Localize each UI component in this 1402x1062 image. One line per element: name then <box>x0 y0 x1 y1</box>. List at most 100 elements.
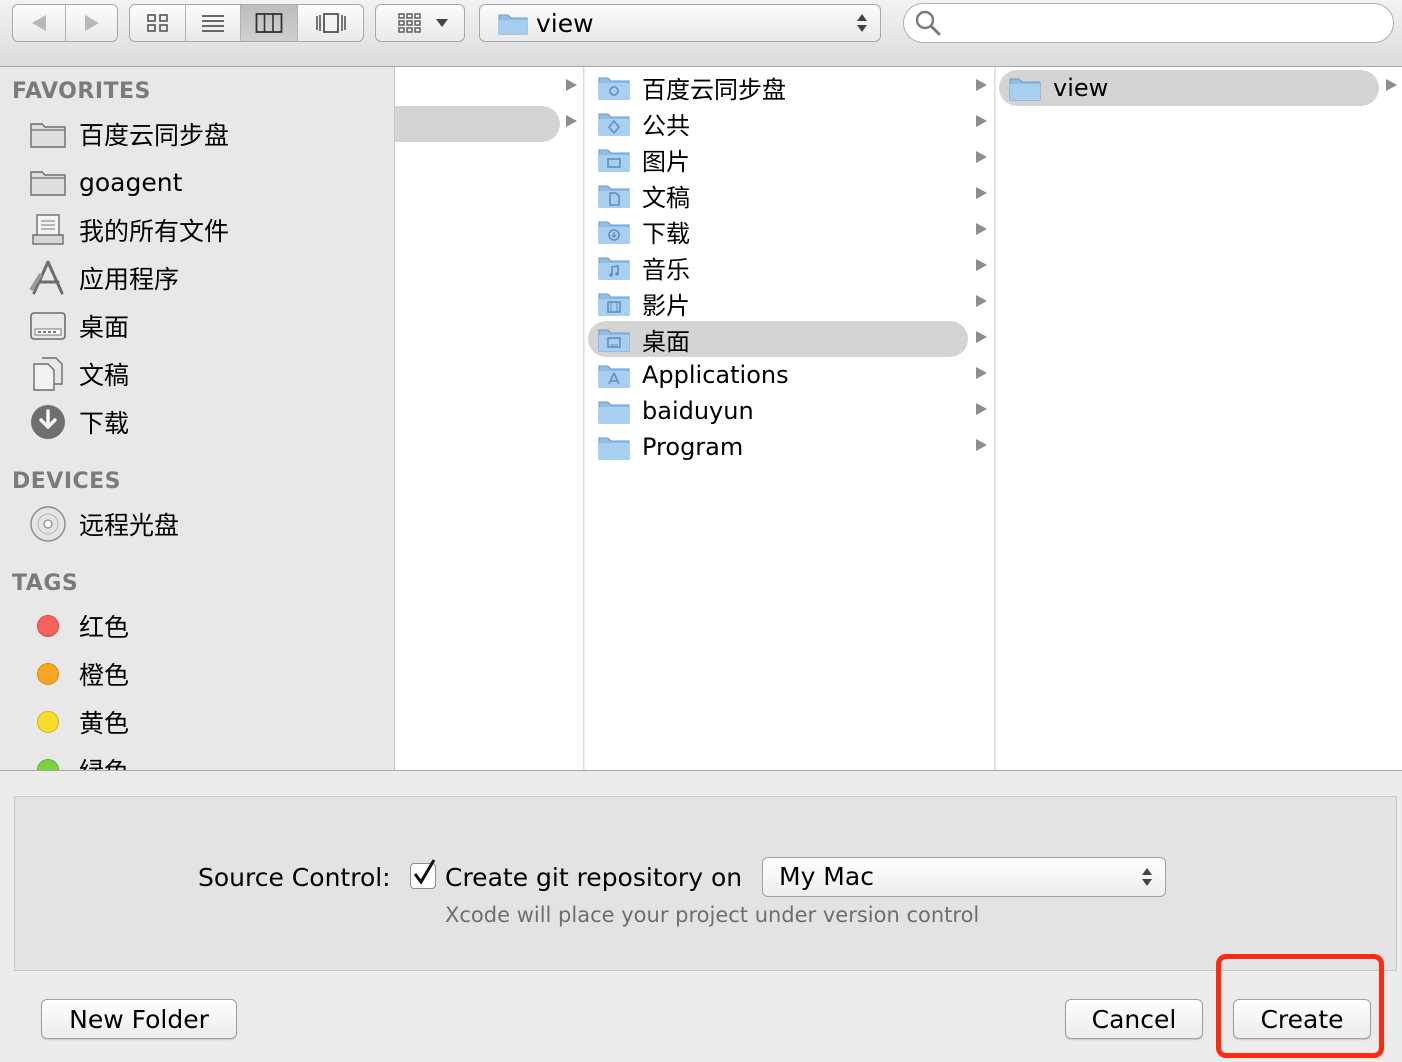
sidebar-item-baidu-sync[interactable]: 百度云同步盘 <box>28 112 388 156</box>
column-view-icon <box>255 13 283 33</box>
sidebar-item-tag-yellow[interactable]: 黄色 <box>28 700 388 744</box>
arrange-popup-button[interactable] <box>375 4 465 42</box>
git-checkbox[interactable] <box>410 859 436 889</box>
sidebar: FAVORITES 百度云同步盘 goagent 我的所有文件 应用程序 桌面 … <box>0 67 395 770</box>
folder-icon <box>30 123 66 148</box>
folder-icon <box>1009 78 1041 101</box>
list-item-label: 音乐 <box>642 255 690 284</box>
list-item-label: Applications <box>642 361 789 389</box>
red-tag-dot-icon <box>37 615 59 637</box>
toolbar: view <box>0 0 1402 67</box>
source-control-label: Source Control: <box>198 863 391 892</box>
column-view-button[interactable] <box>241 5 297 41</box>
sidebar-item-goagent[interactable]: goagent <box>28 160 388 204</box>
sidebar-item-remote-disc[interactable]: 远程光盘 <box>28 502 388 546</box>
list-item-label: 百度云同步盘 <box>642 75 786 104</box>
green-tag-dot-icon <box>37 759 59 770</box>
movies-folder-icon <box>598 293 630 316</box>
sidebar-item-downloads[interactable]: 下载 <box>28 400 388 444</box>
favorites-header: FAVORITES <box>12 79 151 104</box>
list-item[interactable]: 音乐 <box>598 249 690 285</box>
forward-button[interactable] <box>66 5 117 41</box>
list-item[interactable]: 百度云同步盘 <box>598 69 786 105</box>
repository-location-popup[interactable]: My Mac <box>762 857 1166 897</box>
list-item[interactable]: 下载 <box>598 213 690 249</box>
disclosure-arrow-icon <box>976 223 987 235</box>
list-item[interactable]: 文稿 <box>598 177 690 213</box>
sidebar-item-all-my-files[interactable]: 我的所有文件 <box>28 208 388 252</box>
list-item[interactable]: 公共 <box>598 105 690 141</box>
disclosure-arrow-icon <box>566 115 577 127</box>
selected-row-highlight[interactable] <box>395 106 560 142</box>
downloads-icon <box>31 405 65 439</box>
remote-disc-icon <box>30 506 66 542</box>
documents-icon <box>33 357 63 391</box>
back-forward-control <box>12 4 118 42</box>
back-button[interactable] <box>13 5 65 41</box>
list-view-button[interactable] <box>186 5 240 41</box>
disclosure-arrow-icon <box>976 367 987 379</box>
list-item[interactable]: 图片 <box>598 141 690 177</box>
disclosure-arrow-icon <box>976 331 987 343</box>
disclosure-arrow-icon <box>976 403 987 415</box>
list-item-label: view <box>1053 74 1109 102</box>
list-item[interactable]: view <box>1009 70 1108 106</box>
sidebar-item-label: 文稿 <box>79 361 130 390</box>
new-folder-button[interactable]: New Folder <box>41 999 237 1039</box>
devices-header: DEVICES <box>12 469 122 494</box>
view-mode-control <box>129 4 364 42</box>
pictures-folder-icon <box>598 149 630 172</box>
browser-column-1 <box>395 67 584 770</box>
sidebar-item-tag-green[interactable]: 绿色 <box>28 748 388 770</box>
search-icon <box>915 10 941 36</box>
documents-folder-icon <box>598 185 630 208</box>
sidebar-item-desktop[interactable]: 桌面 <box>28 304 388 348</box>
desktop-icon <box>30 312 66 340</box>
search-input[interactable] <box>903 3 1394 43</box>
sidebar-item-tag-red[interactable]: 红色 <box>28 604 388 648</box>
path-popup-title: view <box>536 8 594 38</box>
baidu-folder-icon <box>598 77 630 100</box>
list-item-label: 文稿 <box>642 183 690 212</box>
public-folder-icon <box>598 113 630 136</box>
list-item-label: baiduyun <box>642 397 754 425</box>
disclosure-arrow-icon <box>976 439 987 451</box>
all-my-files-icon <box>32 214 64 245</box>
path-popup-button[interactable]: view <box>479 4 881 42</box>
cover-flow-view-button[interactable] <box>298 5 363 41</box>
list-item[interactable]: Program <box>598 429 743 465</box>
list-item[interactable]: Applications <box>598 357 789 393</box>
tags-header: TAGS <box>12 571 79 596</box>
popup-updown-arrows-icon <box>1142 868 1152 886</box>
git-checkbox-label: Create git repository on <box>445 863 743 892</box>
arrange-grid-icon <box>398 13 421 33</box>
sidebar-item-tag-orange[interactable]: 橙色 <box>28 652 388 696</box>
sidebar-item-label: 绿色 <box>79 752 129 770</box>
location-popup-value: My Mac <box>779 862 874 891</box>
applications-icon <box>29 260 64 295</box>
folder-icon <box>498 14 528 35</box>
disclosure-arrow-icon <box>976 187 987 199</box>
disclosure-arrow-icon <box>976 259 987 271</box>
icon-view-button[interactable] <box>130 5 185 41</box>
folder-icon <box>598 437 630 460</box>
sidebar-item-label: 我的所有文件 <box>79 217 230 246</box>
sidebar-item-applications[interactable]: 应用程序 <box>28 256 388 300</box>
list-item-label: 桌面 <box>642 327 690 356</box>
list-item[interactable]: 影片 <box>598 285 690 321</box>
forward-arrow-icon <box>85 15 99 31</box>
back-arrow-icon <box>32 15 46 31</box>
sidebar-item-label: 远程光盘 <box>79 511 180 540</box>
cancel-button[interactable]: Cancel <box>1065 999 1203 1039</box>
folder-icon <box>30 171 66 196</box>
sidebar-item-documents[interactable]: 文稿 <box>28 352 388 396</box>
sidebar-item-label: 百度云同步盘 <box>79 121 230 150</box>
music-folder-icon <box>598 257 630 280</box>
sidebar-item-label: 黄色 <box>79 709 130 738</box>
cover-flow-icon <box>316 13 346 33</box>
list-item-label: Program <box>642 433 744 461</box>
list-item[interactable]: 桌面 <box>598 321 690 357</box>
version-control-note: Xcode will place your project under vers… <box>445 903 980 927</box>
list-item[interactable]: baiduyun <box>598 393 754 429</box>
chevron-down-icon <box>436 19 448 27</box>
